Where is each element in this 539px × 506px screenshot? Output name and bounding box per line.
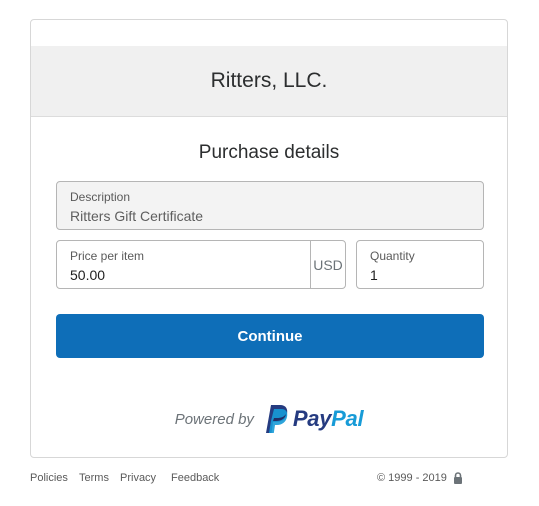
footer-link-terms[interactable]: Terms — [79, 472, 109, 484]
paypal-word-pay: Pay — [292, 406, 332, 431]
continue-button[interactable]: Continue — [56, 314, 484, 358]
currency-label: USD — [313, 256, 343, 273]
purchase-details-heading: Purchase details — [198, 142, 340, 163]
powered-by-text: Powered by — [174, 410, 254, 428]
price-value[interactable]: 50.00 — [70, 267, 105, 283]
merchant-name: Ritters, LLC. — [210, 69, 328, 92]
description-field[interactable]: Description Ritters Gift Certificate — [56, 181, 484, 230]
paypal-p-icon — [265, 405, 288, 433]
footer-link-policies[interactable]: Policies — [30, 472, 68, 484]
copyright: © 1999 - 2019 — [377, 472, 463, 484]
price-label: Price per item — [70, 249, 145, 263]
quantity-value[interactable]: 1 — [370, 267, 378, 283]
lock-icon — [453, 472, 462, 484]
description-label: Description — [70, 190, 131, 204]
merchant-header: Ritters, LLC. — [31, 46, 507, 117]
description-value: Ritters Gift Certificate — [70, 208, 204, 224]
price-field[interactable]: Price per item 50.00 USD — [56, 240, 346, 289]
footer-link-feedback[interactable]: Feedback — [171, 472, 219, 484]
paypal-word-pal: Pal — [331, 406, 364, 431]
footer-link-privacy[interactable]: Privacy — [120, 472, 156, 484]
paypal-logo: PayPal — [263, 404, 364, 434]
powered-by-paypal: Powered by PayPal — [31, 404, 507, 434]
copyright-text: © 1999 - 2019 — [377, 472, 447, 484]
quantity-field[interactable]: Quantity 1 — [356, 240, 484, 289]
paypal-wordmark: PayPal — [292, 406, 364, 432]
checkout-card: Ritters, LLC. Purchase details Descripti… — [30, 19, 508, 458]
quantity-label: Quantity — [370, 249, 415, 263]
card-top-strip — [31, 20, 507, 47]
